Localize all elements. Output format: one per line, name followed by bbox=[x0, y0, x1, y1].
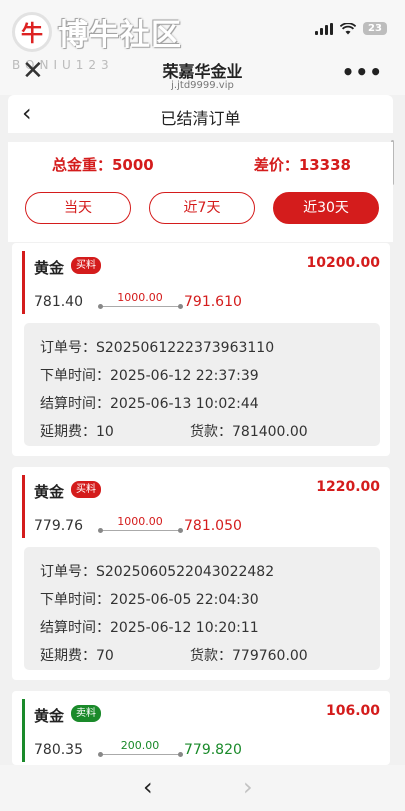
chevron-right-icon[interactable]: › bbox=[243, 773, 253, 801]
order-metal: 黄金 bbox=[34, 259, 65, 277]
payment: 货款：781400.00 bbox=[190, 424, 308, 440]
order-detail-box: 订单号：S2025060522043022482 下单时间：2025-06-05… bbox=[24, 547, 380, 670]
price-connector-dot bbox=[98, 304, 103, 309]
order-card[interactable]: 黄金 卖料 106.00 780.35 200.00 779.820 bbox=[12, 691, 390, 765]
watermark-logo: 牛 博牛社区 bbox=[12, 10, 182, 54]
wifi-icon bbox=[340, 22, 356, 34]
price-spread: 1000.00 bbox=[117, 291, 163, 304]
order-time: 下单时间：2025-06-12 22:37:39 bbox=[40, 368, 259, 384]
order-type-badge: 买料 bbox=[71, 257, 101, 274]
close-price: 779.820 bbox=[184, 742, 242, 758]
filter-30-days[interactable]: 近30天 bbox=[273, 192, 379, 224]
price-connector-dot bbox=[178, 752, 183, 757]
close-price: 791.610 bbox=[184, 294, 242, 310]
date-filters: 当天 近7天 近30天 bbox=[25, 192, 379, 224]
page-header: ‹ 已结清订单 bbox=[8, 95, 393, 133]
price-connector-line bbox=[100, 754, 180, 755]
order-number: 订单号：S2025060522043022482 bbox=[40, 564, 275, 580]
browser-nav: ‹ › bbox=[0, 765, 405, 811]
open-price: 781.40 bbox=[34, 294, 83, 310]
chevron-left-icon[interactable]: ‹ bbox=[143, 773, 153, 801]
order-number: 订单号：S2025061222373963110 bbox=[40, 340, 275, 356]
close-price: 781.050 bbox=[184, 518, 242, 534]
order-metal: 黄金 bbox=[34, 483, 65, 501]
price-connector-dot bbox=[178, 528, 183, 533]
battery-icon: 23 bbox=[363, 22, 387, 35]
order-accent-bar bbox=[22, 699, 25, 762]
page-title: 已结清订单 bbox=[160, 109, 241, 128]
browser-bar: 牛 博牛社区 BONIU123 23 ✕ 荣嘉华金业 j.jtd9999.vip… bbox=[0, 0, 405, 95]
payment: 货款：779760.00 bbox=[190, 648, 308, 664]
total-weight: 总金重：5000 bbox=[52, 156, 154, 174]
delay-fee: 延期费：10 bbox=[40, 424, 114, 440]
order-metal: 黄金 bbox=[34, 707, 65, 725]
price-connector-line bbox=[100, 306, 180, 307]
status-icons: 23 bbox=[315, 22, 387, 35]
settle-time: 结算时间：2025-06-12 10:20:11 bbox=[40, 620, 259, 636]
price-spread: 200.00 bbox=[120, 739, 160, 752]
order-accent-bar bbox=[22, 251, 25, 314]
signal-icon bbox=[315, 22, 333, 35]
filter-7-days[interactable]: 近7天 bbox=[149, 192, 255, 224]
price-connector-dot bbox=[178, 304, 183, 309]
boniu-logo-icon: 牛 bbox=[12, 12, 52, 52]
order-type-badge: 卖料 bbox=[71, 705, 101, 722]
order-amount: 1220.00 bbox=[316, 479, 380, 495]
order-amount: 106.00 bbox=[325, 703, 380, 719]
open-price: 780.35 bbox=[34, 742, 83, 758]
settle-time: 结算时间：2025-06-13 10:02:44 bbox=[40, 396, 259, 412]
order-time: 下单时间：2025-06-05 22:04:30 bbox=[40, 592, 259, 608]
price-diff: 差价：13338 bbox=[253, 156, 351, 174]
filter-today[interactable]: 当天 bbox=[25, 192, 131, 224]
order-amount: 10200.00 bbox=[306, 255, 380, 271]
order-card[interactable]: 黄金 买料 10200.00 781.40 1000.00 791.610 订单… bbox=[12, 243, 390, 456]
watermark-text: 博牛社区 bbox=[58, 18, 182, 53]
order-type-badge: 买料 bbox=[71, 481, 101, 498]
order-accent-bar bbox=[22, 475, 25, 538]
order-card[interactable]: 黄金 买料 1220.00 779.76 1000.00 781.050 订单号… bbox=[12, 467, 390, 680]
delay-fee: 延期费：70 bbox=[40, 648, 114, 664]
price-spread: 1000.00 bbox=[117, 515, 163, 528]
summary-panel: 总金重：5000 差价：13338 当天 近7天 近30天 bbox=[8, 142, 393, 242]
more-icon[interactable]: ••• bbox=[342, 60, 383, 84]
order-detail-box: 订单号：S2025061222373963110 下单时间：2025-06-12… bbox=[24, 323, 380, 446]
price-connector-dot bbox=[98, 528, 103, 533]
price-connector-dot bbox=[98, 752, 103, 757]
price-connector-line bbox=[100, 530, 180, 531]
open-price: 779.76 bbox=[34, 518, 83, 534]
